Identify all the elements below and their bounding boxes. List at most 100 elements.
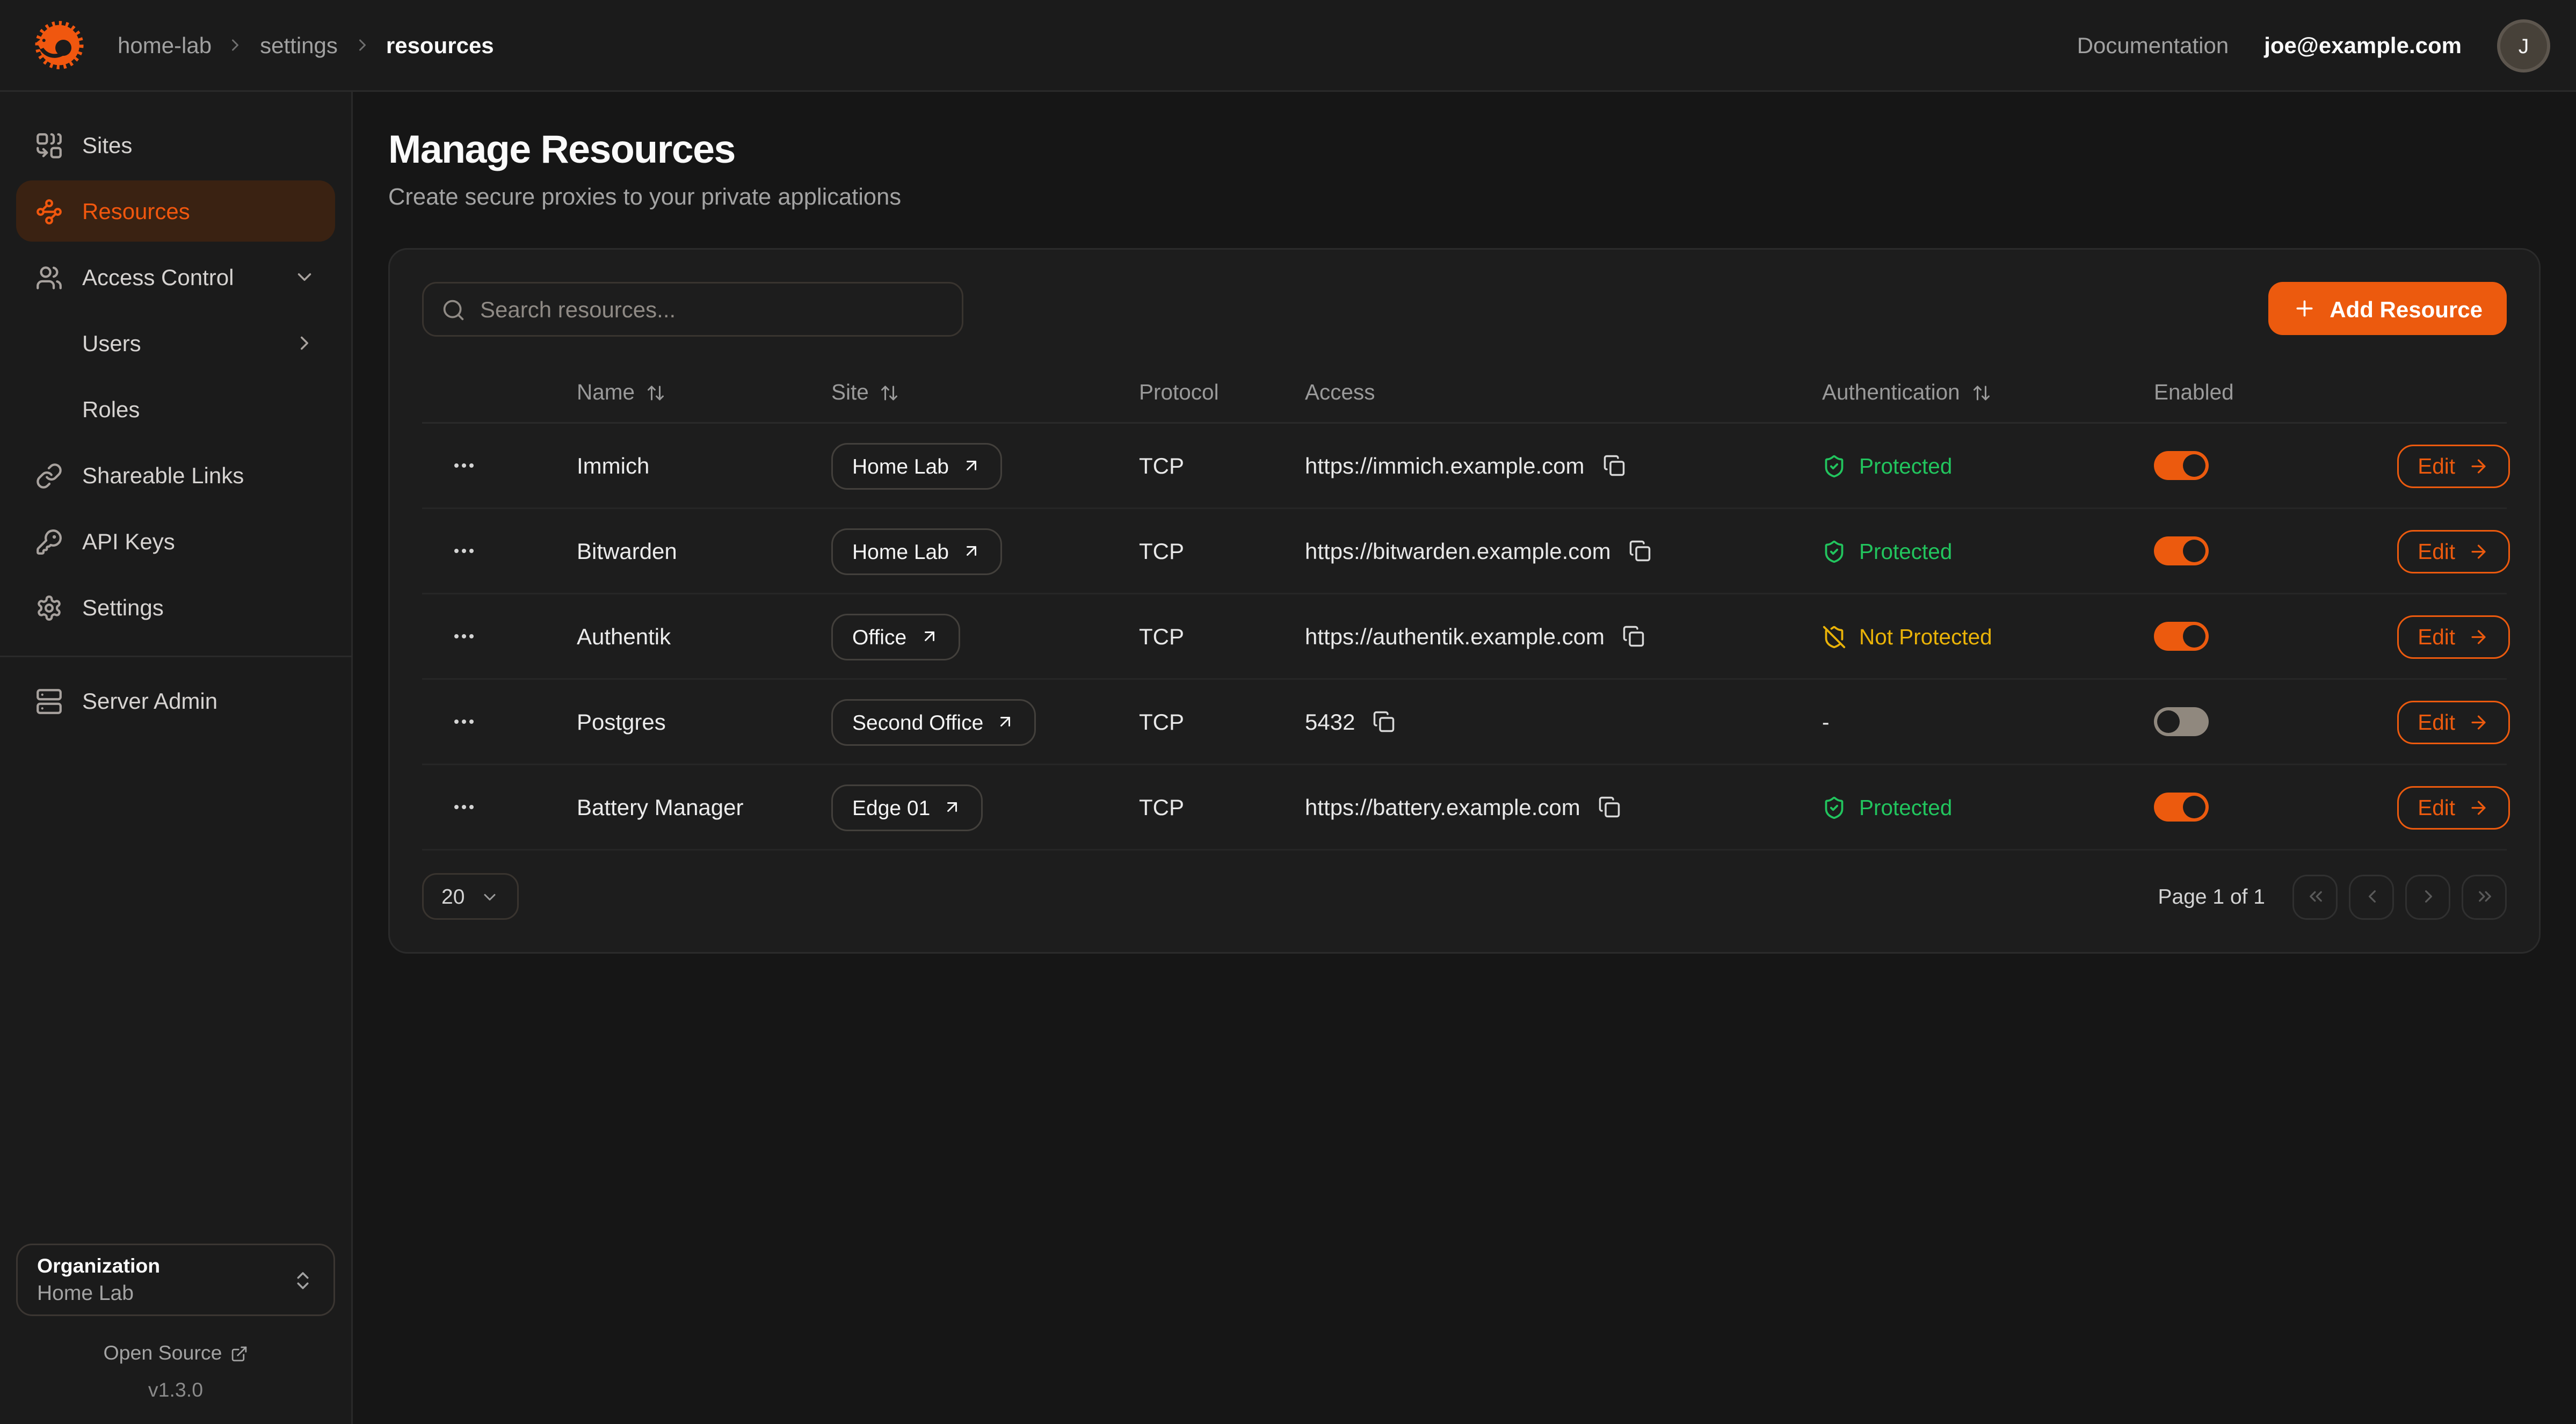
breadcrumb-settings[interactable]: settings xyxy=(260,32,338,58)
arrow-up-right-icon xyxy=(962,541,981,561)
sidebar-item-resources[interactable]: Resources xyxy=(16,180,335,242)
enabled-toggle[interactable] xyxy=(2154,793,2209,822)
pangolin-logo-icon xyxy=(26,13,90,77)
previous-page-button[interactable] xyxy=(2349,874,2394,919)
edit-button[interactable]: Edit xyxy=(2397,444,2510,488)
chevron-left-icon xyxy=(2361,886,2382,907)
protocol-value: TCP xyxy=(1139,709,1305,735)
first-page-button[interactable] xyxy=(2292,874,2338,919)
organization-value: Home Lab xyxy=(37,1281,292,1305)
site-link-button[interactable]: Home Lab xyxy=(831,528,1002,575)
enabled-toggle[interactable] xyxy=(2154,622,2209,651)
shield-check-icon xyxy=(1822,454,1846,478)
organization-label: Organization xyxy=(37,1255,292,1277)
ellipsis-icon xyxy=(451,794,477,820)
main-content: Manage Resources Create secure proxies t… xyxy=(353,92,2576,1424)
search-input[interactable] xyxy=(480,296,944,322)
column-header-site[interactable]: Site xyxy=(831,380,1139,404)
combine-icon xyxy=(35,132,63,159)
row-menu-button[interactable] xyxy=(448,706,480,738)
enabled-toggle[interactable] xyxy=(2154,451,2209,480)
chevron-down-icon xyxy=(481,887,500,906)
edit-label: Edit xyxy=(2418,624,2455,649)
documentation-link[interactable]: Documentation xyxy=(2077,32,2229,58)
avatar[interactable]: J xyxy=(2497,19,2550,72)
edit-label: Edit xyxy=(2418,539,2455,563)
table-row: Battery Manager Edge 01 TCP https://batt… xyxy=(422,764,2507,849)
copy-icon[interactable] xyxy=(1597,794,1622,820)
user-email[interactable]: joe@example.com xyxy=(2264,32,2462,58)
key-icon xyxy=(35,528,63,555)
arrow-right-icon xyxy=(2468,711,2489,732)
page-subtitle: Create secure proxies to your private ap… xyxy=(388,185,2541,211)
organization-picker[interactable]: Organization Home Lab xyxy=(16,1244,335,1316)
sidebar-item-users[interactable]: Users xyxy=(16,313,335,374)
sidebar-item-shareable-links[interactable]: Shareable Links xyxy=(16,445,335,506)
edit-button[interactable]: Edit xyxy=(2397,786,2510,829)
access-value: https://bitwarden.example.com xyxy=(1305,538,1611,564)
row-menu-button[interactable] xyxy=(448,535,480,567)
chevrons-right-icon xyxy=(2474,886,2495,907)
ellipsis-icon xyxy=(451,709,477,735)
table-header: Name Site Protocol Access xyxy=(422,362,2507,422)
sidebar-item-label: Server Admin xyxy=(82,688,217,714)
auth-label: Protected xyxy=(1859,795,1952,819)
arrow-up-right-icon xyxy=(996,712,1015,731)
sidebar-item-settings[interactable]: Settings xyxy=(16,577,335,638)
add-resource-button[interactable]: Add Resource xyxy=(2268,282,2507,335)
edit-label: Edit xyxy=(2418,795,2455,819)
access-value: https://immich.example.com xyxy=(1305,453,1585,478)
access-value: 5432 xyxy=(1305,709,1355,735)
enabled-toggle[interactable] xyxy=(2154,536,2209,565)
column-header-authentication[interactable]: Authentication xyxy=(1822,380,2154,404)
resources-table: Name Site Protocol Access xyxy=(422,362,2507,849)
breadcrumb-org[interactable]: home-lab xyxy=(118,32,212,58)
copy-icon[interactable] xyxy=(1621,623,1646,649)
sidebar-item-sites[interactable]: Sites xyxy=(16,114,335,176)
site-link-button[interactable]: Home Lab xyxy=(831,442,1002,489)
avatar-initial: J xyxy=(2519,33,2529,57)
auth-badge: Not Protected xyxy=(1822,624,1992,649)
row-menu-button[interactable] xyxy=(448,449,480,482)
copy-icon[interactable] xyxy=(1627,538,1653,564)
sort-icon xyxy=(1971,383,1991,402)
sidebar-item-label: Settings xyxy=(82,594,164,620)
sidebar-item-roles[interactable]: Roles xyxy=(16,379,335,440)
enabled-toggle[interactable] xyxy=(2154,707,2209,736)
auth-badge: Protected xyxy=(1822,454,1952,478)
edit-button[interactable]: Edit xyxy=(2397,700,2510,744)
open-source-label: Open Source xyxy=(103,1342,222,1364)
resource-name: Battery Manager xyxy=(577,794,831,820)
chevron-right-icon xyxy=(226,35,245,55)
column-header-name[interactable]: Name xyxy=(577,380,831,404)
sidebar-item-server-admin[interactable]: Server Admin xyxy=(16,670,335,731)
next-page-button[interactable] xyxy=(2405,874,2450,919)
sidebar-item-label: Users xyxy=(82,330,141,356)
shield-check-icon xyxy=(1822,795,1846,819)
site-link-button[interactable]: Office xyxy=(831,613,960,660)
sort-icon xyxy=(880,383,899,402)
page-size-select[interactable]: 20 xyxy=(422,873,519,920)
link-icon xyxy=(35,462,63,489)
row-menu-button[interactable] xyxy=(448,791,480,823)
chevron-right-icon xyxy=(293,332,316,354)
last-page-button[interactable] xyxy=(2462,874,2507,919)
sidebar-item-api-keys[interactable]: API Keys xyxy=(16,511,335,572)
copy-icon[interactable] xyxy=(1371,709,1397,735)
site-link-button[interactable]: Second Office xyxy=(831,699,1036,745)
open-source-link[interactable]: Open Source xyxy=(16,1342,335,1364)
site-link-button[interactable]: Edge 01 xyxy=(831,784,983,831)
edit-button[interactable]: Edit xyxy=(2397,529,2510,573)
row-menu-button[interactable] xyxy=(448,620,480,652)
waypoints-icon xyxy=(35,198,63,225)
gear-icon xyxy=(35,594,63,621)
copy-icon[interactable] xyxy=(1601,453,1627,478)
table-row: Immich Home Lab TCP https://immich.examp… xyxy=(422,422,2507,507)
sidebar-item-access-control[interactable]: Access Control xyxy=(16,246,335,308)
site-label: Office xyxy=(852,624,906,649)
top-bar: home-lab settings resources Documentatio… xyxy=(0,0,2576,92)
edit-label: Edit xyxy=(2418,454,2455,478)
breadcrumb-resources[interactable]: resources xyxy=(386,32,494,58)
edit-button[interactable]: Edit xyxy=(2397,615,2510,658)
auth-label: Protected xyxy=(1859,539,1952,563)
